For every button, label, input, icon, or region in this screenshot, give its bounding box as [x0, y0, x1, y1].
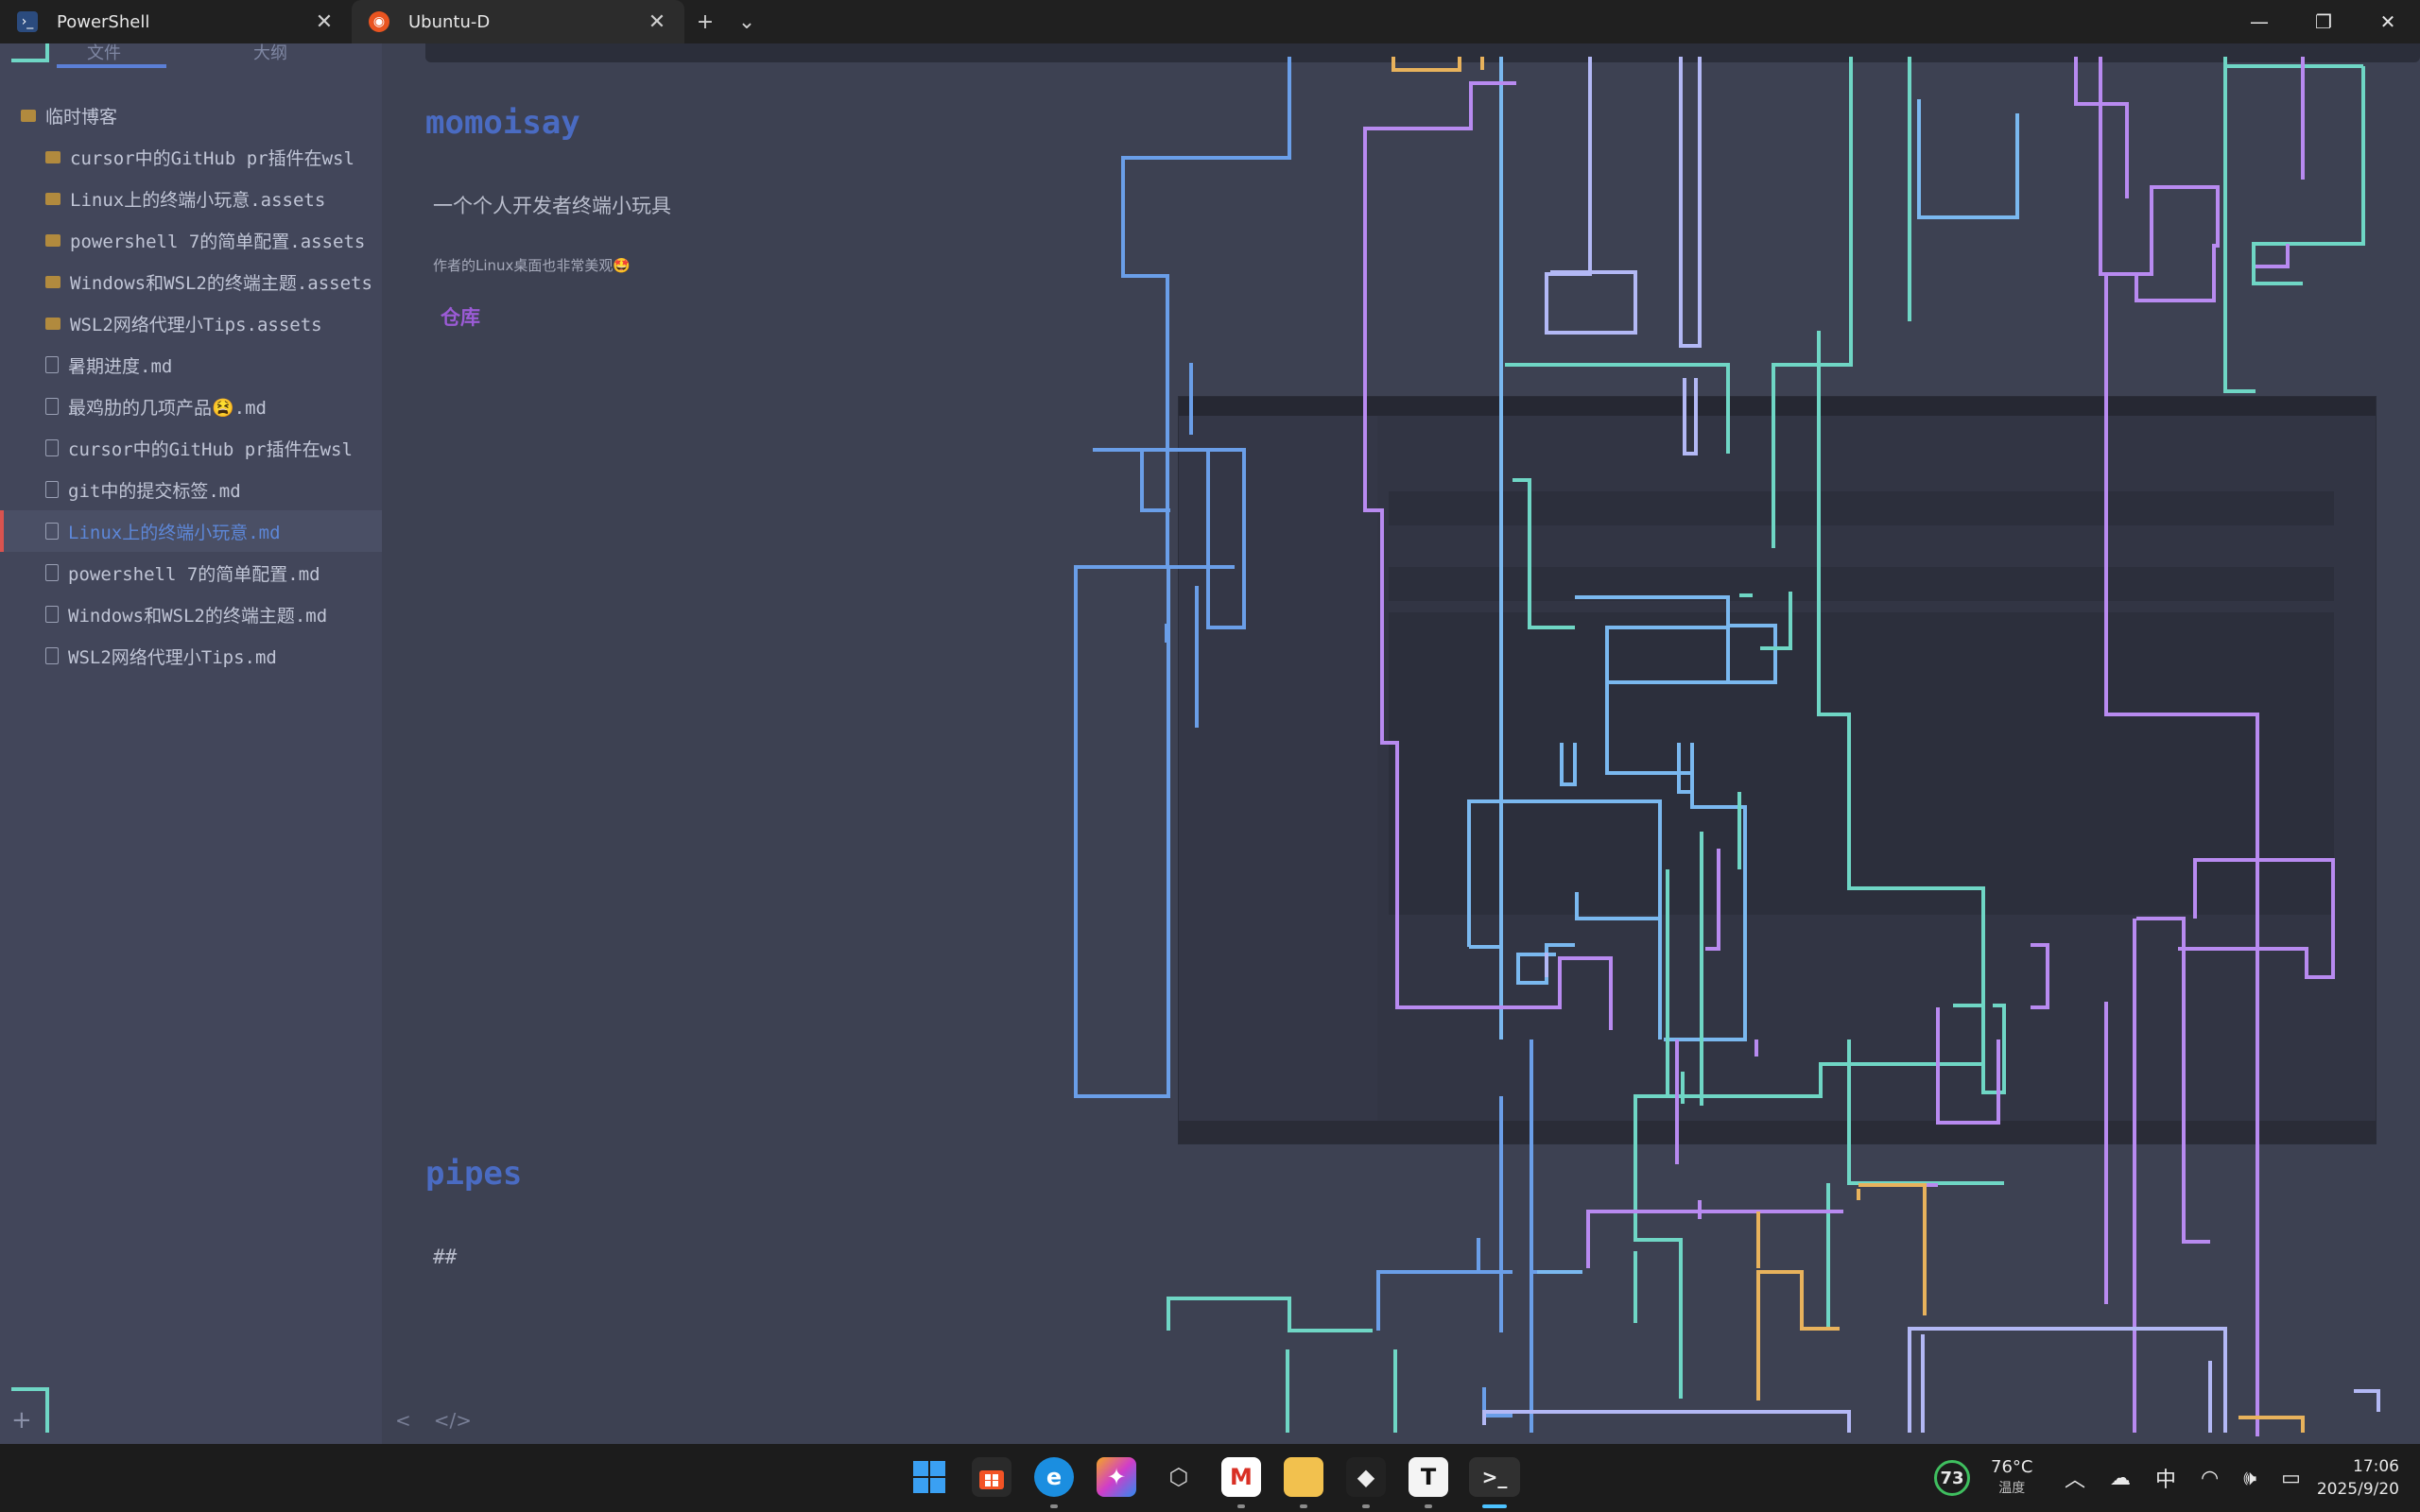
terminal-icon[interactable]: >_: [1469, 1457, 1520, 1497]
battery-icon[interactable]: ▭: [2281, 1467, 2301, 1490]
weather-label: 温度: [1998, 1481, 2026, 1496]
gmail-icon[interactable]: M: [1221, 1457, 1261, 1497]
weather-text: 76°C 温度: [1991, 1457, 2032, 1499]
active-indicator: [1482, 1504, 1507, 1508]
clock[interactable]: 17:06 2025/9/20: [2310, 1444, 2399, 1512]
temperature: 76°C: [1991, 1457, 2033, 1477]
restore-button[interactable]: ❐: [2291, 0, 2356, 43]
close-window-button[interactable]: ✕: [2356, 0, 2420, 43]
copilot-icon[interactable]: ✦: [1097, 1457, 1136, 1497]
ime-indicator[interactable]: 中: [2155, 1463, 2176, 1493]
tab-label: PowerShell: [57, 11, 150, 32]
cloud-icon[interactable]: ☁: [2110, 1467, 2131, 1490]
ubuntu-icon: ◉: [369, 11, 389, 32]
tab-label: Ubuntu-D: [408, 11, 491, 32]
pipe-lavender: [1482, 57, 2380, 1433]
minimize-button[interactable]: —: [2227, 0, 2291, 43]
typora-icon[interactable]: T: [1409, 1457, 1448, 1497]
running-indicator: [1237, 1504, 1245, 1508]
close-tab-icon[interactable]: ✕: [314, 10, 335, 34]
unity-icon[interactable]: ⬡: [1159, 1457, 1199, 1497]
time: 17:06: [2353, 1457, 2399, 1476]
window-controls: — ❐ ✕: [2227, 0, 2420, 43]
weather-widget[interactable]: 73 76°C 温度: [1934, 1444, 2032, 1512]
pipes-animation: [11, 43, 2380, 1436]
running-indicator: [1300, 1504, 1307, 1508]
new-tab-button[interactable]: +: [684, 0, 726, 43]
title-bar: ›_ PowerShell ✕ ◉ Ubuntu-D ✕ + ⌄ — ❐ ✕: [0, 0, 2420, 43]
volume-icon[interactable]: 🕪: [2243, 1467, 2256, 1490]
pipe-blue: [1074, 57, 1550, 1433]
tab-dropdown-button[interactable]: ⌄: [726, 0, 768, 43]
pipe-cyan-left: [11, 43, 49, 1433]
app-icon[interactable]: ◆: [1346, 1457, 1386, 1497]
tab-ubuntu[interactable]: ◉ Ubuntu-D ✕: [352, 0, 684, 43]
taskbar: e ✦ ⬡ M ◆ T >_ 73 76°C 温度 ︿ ☁ 中 ◠ 🕪 ▭ 17…: [0, 1444, 2420, 1512]
tab-powershell[interactable]: ›_ PowerShell ✕: [0, 0, 352, 43]
close-tab-icon[interactable]: ✕: [647, 10, 667, 34]
running-indicator: [1050, 1504, 1058, 1508]
explorer-icon[interactable]: [1284, 1457, 1323, 1497]
store-icon[interactable]: [972, 1457, 1011, 1497]
chevron-up-icon[interactable]: ︿: [2065, 1463, 2085, 1493]
running-indicator: [1425, 1504, 1432, 1508]
running-indicator: [1362, 1504, 1370, 1508]
edge-icon[interactable]: e: [1034, 1457, 1074, 1497]
start-icon[interactable]: [909, 1457, 949, 1497]
wifi-icon[interactable]: ◠: [2201, 1467, 2219, 1490]
system-tray: ︿ ☁ 中 ◠ 🕪 ▭: [2065, 1444, 2301, 1512]
weather-badge: 73: [1934, 1460, 1970, 1496]
date: 2025/9/20: [2316, 1480, 2399, 1499]
powershell-icon: ›_: [17, 11, 38, 32]
pipe-lightblue: [1467, 57, 2019, 1274]
